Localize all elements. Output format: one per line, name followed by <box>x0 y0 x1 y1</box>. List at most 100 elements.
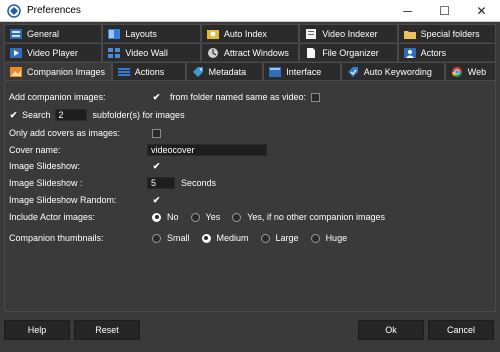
slideshow-random-checkbox[interactable]: ✔ <box>152 195 161 205</box>
tab-label: Auto Index <box>223 28 267 39</box>
slideshow-interval-field-row: 5 Seconds <box>147 176 216 190</box>
layouts-icon <box>107 28 121 40</box>
tab-general[interactable]: General <box>4 24 103 42</box>
video-wall-icon <box>107 47 121 59</box>
add-companion-images-label: Add companion images: <box>9 92 106 102</box>
slideshow-checkbox[interactable]: ✔ <box>152 161 161 171</box>
thumbnails-huge-radio[interactable] <box>310 233 320 243</box>
window-title: Preferences <box>27 5 81 16</box>
ok-button[interactable]: Ok <box>358 320 424 340</box>
tab-web[interactable]: Web <box>444 62 496 80</box>
slideshow-interval-field[interactable]: 5 <box>147 177 175 189</box>
general-icon <box>9 28 23 40</box>
tab-label: Actions <box>134 66 165 77</box>
minimize-button[interactable]: ─ <box>389 0 426 22</box>
include-actor-row: Include Actor images: <box>9 210 95 224</box>
tab-attract-windows[interactable]: Attract Windows <box>200 43 300 61</box>
tab-row-1: General Layouts Auto Index Video Indexer… <box>4 24 497 42</box>
web-icon <box>450 66 464 78</box>
only-covers-label: Only add covers as images: <box>9 128 121 138</box>
metadata-icon <box>191 66 205 78</box>
search-row: ✔ Search 2 subfolder(s) for images <box>9 108 185 122</box>
thumbnails-small-radio[interactable] <box>152 233 161 243</box>
tab-layouts[interactable]: Layouts <box>102 24 201 42</box>
cancel-button[interactable]: Cancel <box>428 320 494 340</box>
add-companion-images-checkbox[interactable]: ✔ <box>152 92 161 102</box>
include-actor-yes-radio[interactable] <box>190 212 200 222</box>
only-covers-checkbox[interactable] <box>152 128 161 138</box>
include-actor-options: No Yes Yes, if no other companion images <box>152 210 385 224</box>
thumbnails-medium-label: Medium <box>216 233 249 243</box>
slideshow-random-row: Image Slideshow Random: <box>9 193 117 207</box>
cover-name-row: Cover name: <box>9 143 61 157</box>
tab-label: Attract Windows <box>223 47 289 58</box>
tab-companion-images[interactable]: Companion Images <box>4 62 112 80</box>
search-depth-field[interactable]: 2 <box>54 109 87 121</box>
add-companion-images-row: Add companion images: <box>9 90 106 104</box>
video-player-icon <box>9 47 23 59</box>
from-folder-same-name-checkbox[interactable] <box>311 92 321 102</box>
include-actor-yes-if-none-radio[interactable] <box>232 212 242 222</box>
tab-actions[interactable]: Actions <box>111 62 186 80</box>
slideshow-label: Image Slideshow: <box>9 161 81 171</box>
tab-label: Special folders <box>420 28 480 39</box>
thumbnails-small-label: Small <box>167 233 190 243</box>
search-suffix-label: subfolder(s) for images <box>92 110 185 120</box>
tab-video-indexer[interactable]: Video Indexer <box>299 24 398 42</box>
search-checkbox[interactable]: ✔ <box>9 110 18 120</box>
companion-images-panel: Add companion images: ✔ from folder name… <box>4 80 496 312</box>
tab-label: General <box>27 28 60 39</box>
tab-interface[interactable]: Interface <box>263 62 341 80</box>
slideshow-unit-label: Seconds <box>181 178 217 188</box>
cover-name-field[interactable]: videocover <box>147 144 267 156</box>
tab-video-wall[interactable]: Video Wall <box>102 43 201 61</box>
only-covers-row: Only add covers as images: <box>9 126 120 140</box>
tab-label: Video Wall <box>125 47 168 58</box>
auto-index-icon <box>206 28 220 40</box>
thumbnails-row: Companion thumbnails: <box>9 231 104 245</box>
search-label: Search <box>22 110 51 120</box>
slideshow-interval-label: Image Slideshow : <box>9 178 83 188</box>
slideshow-checkbox-row: ✔ <box>152 159 161 173</box>
include-actor-no-radio[interactable] <box>152 212 161 222</box>
cover-name-label: Cover name: <box>9 145 61 155</box>
cover-name-field-row: videocover <box>147 143 267 157</box>
companion-images-icon <box>9 66 23 78</box>
tab-label: Video Indexer <box>322 28 378 39</box>
add-companion-images-checkbox-row: ✔ from folder named same as video: <box>152 90 321 104</box>
tab-metadata[interactable]: Metadata <box>185 62 264 80</box>
thumbnails-medium-radio[interactable] <box>201 233 211 243</box>
thumbnails-large-radio[interactable] <box>260 233 270 243</box>
include-actor-label: Include Actor images: <box>9 212 96 222</box>
tab-label: Actors <box>420 47 447 58</box>
tab-label: Companion Images <box>27 66 106 77</box>
tab-label: Layouts <box>125 28 157 39</box>
tab-label: Metadata <box>208 66 247 77</box>
interface-icon <box>268 66 282 78</box>
include-actor-yes-if-none-label: Yes, if no other companion images <box>247 212 385 222</box>
tab-auto-index[interactable]: Auto Index <box>200 24 300 42</box>
maximize-button[interactable]: ☐ <box>426 0 463 22</box>
reset-button[interactable]: Reset <box>74 320 140 340</box>
tab-label: Auto Keywording <box>363 66 432 77</box>
actions-icon <box>117 66 131 78</box>
slideshow-row: Image Slideshow: <box>9 159 80 173</box>
help-button[interactable]: Help <box>4 320 70 340</box>
tab-special-folders[interactable]: Special folders <box>397 24 497 42</box>
close-button[interactable]: ✕ <box>463 0 500 22</box>
actors-icon <box>403 47 417 59</box>
include-actor-yes-label: Yes <box>205 212 221 222</box>
video-indexer-icon <box>304 28 318 40</box>
tab-row-3: Companion Images Actions Metadata Interf… <box>4 62 496 80</box>
app-icon <box>6 3 22 19</box>
folder-icon <box>403 28 417 40</box>
tab-file-organizer[interactable]: File Organizer <box>299 43 398 61</box>
tab-video-player[interactable]: Video Player <box>4 43 103 61</box>
tab-label: Video Player <box>27 47 78 58</box>
thumbnails-huge-label: Huge <box>325 233 348 243</box>
tab-actors[interactable]: Actors <box>397 43 497 61</box>
tab-auto-keywording[interactable]: Auto Keywording <box>340 62 445 80</box>
auto-keywording-icon <box>346 66 360 78</box>
tab-label: Web <box>467 66 487 77</box>
slideshow-random-label: Image Slideshow Random: <box>9 195 117 205</box>
